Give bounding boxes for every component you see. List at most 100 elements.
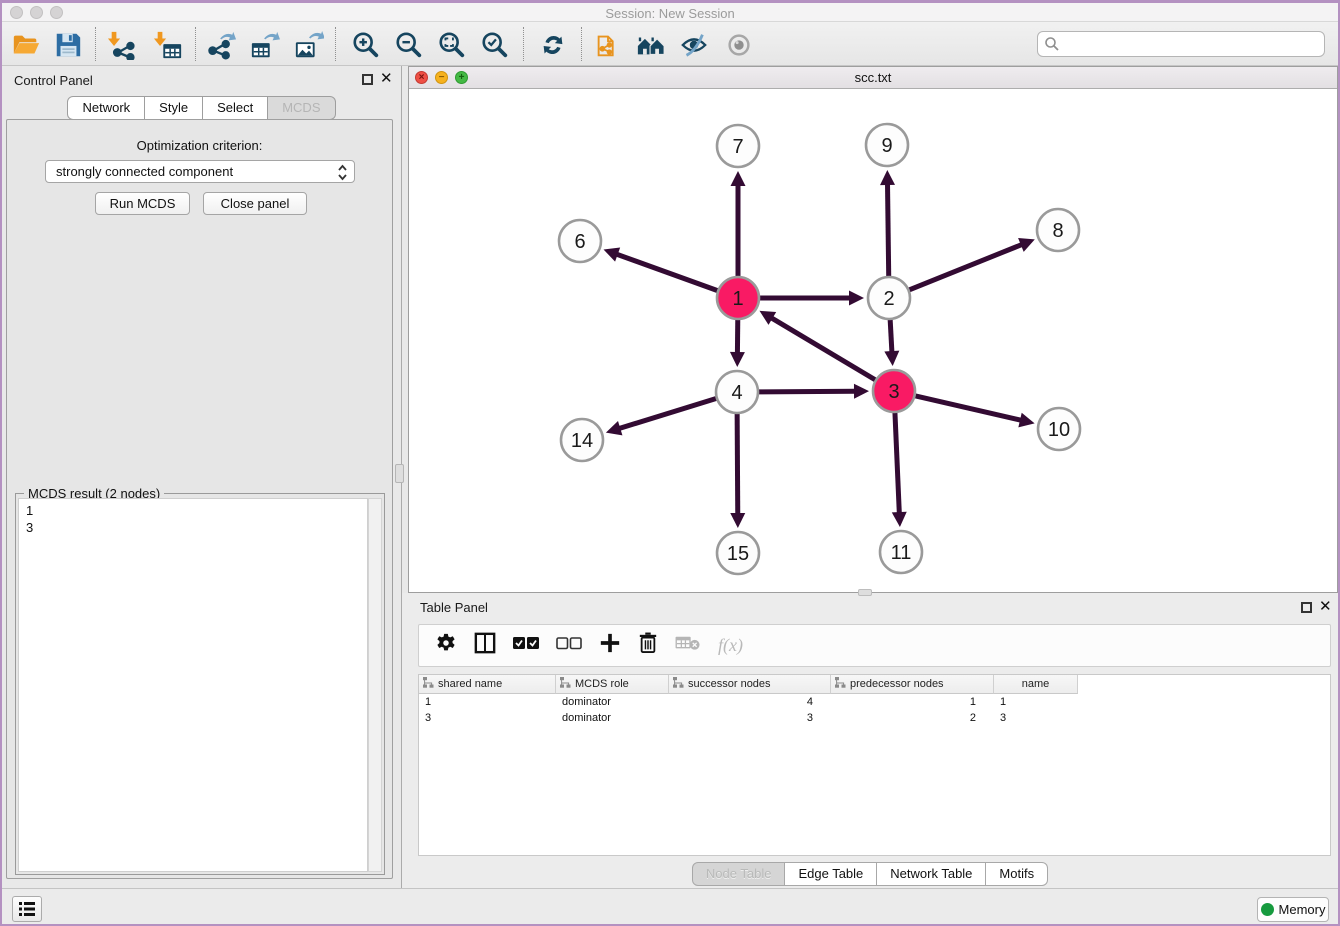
window-border-top xyxy=(0,0,1340,3)
function-builder-icon: f(x) xyxy=(718,635,743,656)
edge-arrowhead xyxy=(880,170,895,185)
window-title: Session: New Session xyxy=(2,6,1338,21)
vertical-splitter-handle[interactable] xyxy=(395,464,404,483)
column-header-name[interactable]: name xyxy=(994,675,1078,694)
network-window-title: scc.txt xyxy=(409,70,1337,85)
criterion-select[interactable]: strongly connected component xyxy=(45,160,355,183)
graph-node-label: 1 xyxy=(732,288,743,310)
import-table-icon[interactable] xyxy=(152,29,184,61)
edge-2-9[interactable] xyxy=(887,183,888,277)
node-table: shared name MCDS role successor nodes prede… xyxy=(418,674,1331,856)
tab-node-table[interactable]: Node Table xyxy=(692,862,786,886)
mcds-result-line: 3 xyxy=(26,519,367,536)
column-header-MCDS-role[interactable]: MCDS role xyxy=(556,675,669,694)
export-image-icon[interactable] xyxy=(293,29,325,61)
column-header-shared-name[interactable]: shared name xyxy=(419,675,556,694)
toolbar-separator xyxy=(523,27,524,61)
column-header-label: shared name xyxy=(438,678,502,690)
edge-arrowhead xyxy=(730,513,745,528)
app-titlebar: Session: New Session xyxy=(2,3,1338,22)
table-row[interactable]: 3dominator323 xyxy=(419,710,1330,726)
close-panel-button[interactable]: Close panel xyxy=(203,192,307,215)
zoom-selected-icon[interactable] xyxy=(479,29,511,61)
column-type-icon xyxy=(835,677,846,691)
open-session-icon[interactable] xyxy=(10,29,42,61)
table-cell: 2 xyxy=(831,710,994,726)
edge-arrowhead xyxy=(892,512,907,527)
zoom-in-icon[interactable] xyxy=(350,29,382,61)
edge-3-10[interactable] xyxy=(914,396,1022,421)
table-body: 1dominator4113dominator323 xyxy=(419,694,1330,726)
refresh-icon[interactable] xyxy=(537,29,569,61)
float-panel-button[interactable] xyxy=(362,74,373,85)
table-settings-icon[interactable] xyxy=(435,632,457,659)
column-header-predecessor-nodes[interactable]: predecessor nodes xyxy=(831,675,994,694)
add-column-icon[interactable] xyxy=(599,632,621,659)
list-icon xyxy=(18,901,36,917)
select-all-icon[interactable] xyxy=(513,637,539,655)
memory-button[interactable]: Memory xyxy=(1257,897,1329,922)
graph-node-label: 7 xyxy=(732,136,743,158)
export-network-icon[interactable] xyxy=(206,29,238,61)
network-view-window: × − + scc.txt 1234678910111415 xyxy=(408,66,1338,593)
close-table-panel-icon[interactable]: ✕ xyxy=(1319,598,1332,616)
edge-4-15[interactable] xyxy=(737,413,738,515)
network-graph: 1234678910111415 xyxy=(409,89,1337,592)
float-table-panel-button[interactable] xyxy=(1301,602,1312,613)
clone-network-icon[interactable] xyxy=(592,29,624,61)
network-canvas[interactable]: 1234678910111415 xyxy=(409,89,1337,592)
show-panel-eye-icon xyxy=(723,29,755,61)
zoom-out-icon[interactable] xyxy=(393,29,425,61)
column-header-label: predecessor nodes xyxy=(850,678,944,690)
edge-3-1[interactable] xyxy=(771,317,876,380)
table-row[interactable]: 1dominator411 xyxy=(419,694,1330,710)
edge-4-3[interactable] xyxy=(758,391,856,392)
save-session-icon[interactable] xyxy=(52,29,84,61)
tab-network-table[interactable]: Network Table xyxy=(877,862,986,886)
zoom-fit-icon[interactable] xyxy=(436,29,468,61)
graph-node-label: 15 xyxy=(727,543,749,565)
toolbar-separator xyxy=(335,27,336,61)
horizontal-splitter-handle[interactable] xyxy=(858,589,872,596)
mcds-result-list[interactable]: 13 xyxy=(18,498,368,872)
optimization-criterion-label: Optimization criterion: xyxy=(7,138,392,153)
tab-select[interactable]: Select xyxy=(203,96,268,120)
delete-column-icon[interactable] xyxy=(638,632,658,659)
hide-panel-eye-icon[interactable] xyxy=(678,29,710,61)
table-tabs: Node TableEdge TableNetwork TableMotifs xyxy=(402,862,1338,886)
delete-table-icon xyxy=(675,635,701,656)
export-table-icon[interactable] xyxy=(249,29,281,61)
edge-arrowhead xyxy=(884,351,899,366)
result-scrollbar[interactable] xyxy=(368,498,382,872)
split-panel-icon[interactable] xyxy=(474,632,496,659)
import-network-icon[interactable] xyxy=(106,29,138,61)
control-panel-title: Control Panel xyxy=(14,73,93,88)
edge-4-14[interactable] xyxy=(618,398,717,429)
column-header-successor-nodes[interactable]: successor nodes xyxy=(669,675,831,694)
column-header-label: successor nodes xyxy=(688,678,771,690)
graph-node-label: 2 xyxy=(883,288,894,310)
edge-arrowhead xyxy=(1018,413,1034,428)
task-history-button[interactable] xyxy=(12,896,42,922)
tab-mcds[interactable]: MCDS xyxy=(268,96,335,120)
toolbar-separator xyxy=(195,27,196,61)
edge-2-8[interactable] xyxy=(908,244,1022,290)
edge-1-6[interactable] xyxy=(616,254,719,291)
run-mcds-button[interactable]: Run MCDS xyxy=(95,192,190,215)
graph-node-label: 14 xyxy=(571,430,593,452)
table-panel-title: Table Panel xyxy=(420,600,488,615)
graph-node-label: 6 xyxy=(574,231,585,253)
edge-arrowhead xyxy=(730,352,745,367)
tab-style[interactable]: Style xyxy=(145,96,203,120)
edge-2-3[interactable] xyxy=(890,319,892,353)
tab-edge-table[interactable]: Edge Table xyxy=(785,862,877,886)
graph-node-label: 4 xyxy=(731,382,742,404)
deselect-all-icon[interactable] xyxy=(556,637,582,655)
close-panel-icon[interactable]: ✕ xyxy=(380,70,393,88)
edge-3-11[interactable] xyxy=(895,412,899,514)
tab-network[interactable]: Network xyxy=(67,96,145,120)
tab-motifs[interactable]: Motifs xyxy=(986,862,1048,886)
search-input[interactable] xyxy=(1060,34,1324,54)
mcds-result-box: MCDS result (2 nodes) 13 xyxy=(15,493,385,875)
layout-home-icon[interactable] xyxy=(635,29,667,61)
